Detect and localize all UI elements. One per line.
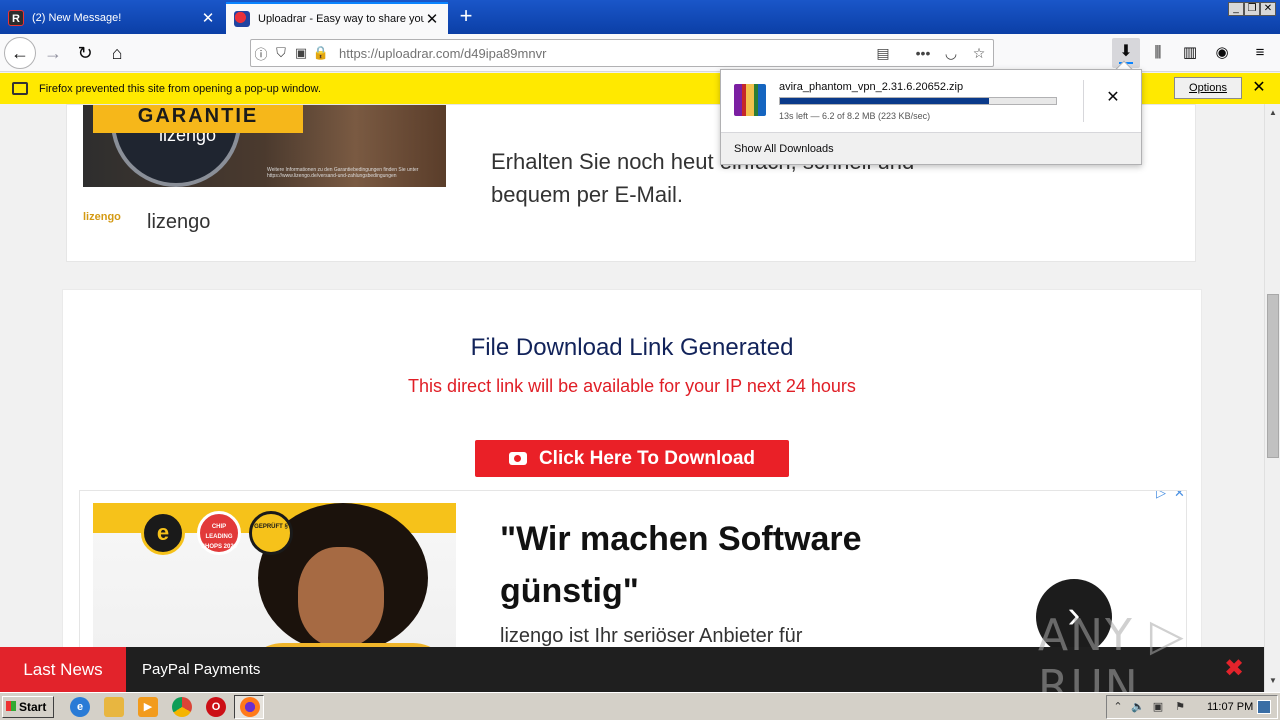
navigation-toolbar: ← → ↻ ⌂ ⓘ ⛉ ▣ 🔒 https://uploadrar.com/d4…	[0, 34, 1280, 72]
reload-icon: ↻	[77, 42, 93, 63]
account-icon[interactable]: ◉	[1212, 43, 1232, 63]
download-button[interactable]: Click Here To Download	[475, 440, 789, 477]
download-filename[interactable]: avira_phantom_vpn_2.31.6.20652.zip	[779, 81, 963, 93]
info-icon[interactable]: ⓘ	[251, 44, 271, 63]
ticker-label: Last News	[0, 647, 126, 692]
internet-explorer-icon[interactable]: e	[70, 697, 90, 717]
fineprint: Weitere Informationen zu den Garantiebed…	[267, 167, 419, 179]
arrow-right-icon: →	[44, 42, 62, 63]
tab-uploadrar[interactable]: Uploadrar - Easy way to share you ✕	[226, 2, 448, 34]
popup-message: Firefox prevented this site from opening…	[39, 82, 321, 95]
new-tab-button[interactable]: +	[454, 4, 478, 30]
page-content: lizengo GARANTIE Weitere Informationen z…	[0, 104, 1264, 647]
download-progress-fill	[780, 98, 989, 104]
popup-options-button[interactable]: Options	[1174, 77, 1242, 99]
scroll-up-icon[interactable]: ▲	[1267, 108, 1279, 120]
r-icon: R	[8, 10, 24, 26]
uploadrar-icon	[234, 11, 250, 27]
ad-image[interactable]: lizengo GARANTIE Weitere Informationen z…	[83, 105, 446, 187]
back-button[interactable]: ←	[4, 37, 36, 69]
url-text[interactable]: https://uploadrar.com/d49ipa89mnvr	[339, 46, 869, 61]
download-title: File Download Link Generated	[470, 334, 794, 361]
home-button[interactable]: ⌂	[102, 38, 132, 68]
tab-title: (2) New Message!	[32, 12, 122, 24]
download-button-label: Click Here To Download	[538, 447, 756, 469]
clock[interactable]: 11:07 PM	[1207, 701, 1253, 713]
chip-badge: CHIP LEADING SHOPS 2020	[197, 511, 241, 555]
cancel-download-icon[interactable]: ✕	[1103, 88, 1123, 108]
firefox-taskbar-button[interactable]	[234, 695, 264, 719]
firefox-icon	[240, 697, 260, 717]
tab-strip: R (2) New Message! ✕ Uploadrar - Easy wa…	[0, 0, 1280, 34]
download-progress-bar	[779, 97, 1057, 105]
tray-expand-icon[interactable]: ⌃	[1111, 700, 1125, 714]
lock-icon[interactable]: 🔒	[311, 45, 331, 61]
folder-icon[interactable]	[104, 697, 124, 717]
shield-icon[interactable]: ⛉	[271, 45, 291, 61]
ticker-item[interactable]: PayPal Payments	[142, 647, 260, 692]
reload-button[interactable]: ↻	[70, 38, 100, 68]
woman-face	[298, 547, 384, 647]
tab-title: Uploadrar - Easy way to share you	[258, 13, 424, 25]
bookmark-star-icon[interactable]: ☆	[965, 45, 993, 62]
ad-card-bottom[interactable]: ▷ ✕ e CHIP LEADING SHOPS 2020 GEPRÜFT § …	[79, 490, 1187, 647]
ad-close-icon[interactable]: ✕	[1174, 491, 1185, 501]
network-icon[interactable]: ▣	[1151, 700, 1165, 714]
arrow-left-icon: ←	[11, 42, 29, 63]
download-status: 13s left — 6.2 of 8.2 MB (223 KB/sec)	[779, 111, 931, 121]
home-icon: ⌂	[111, 42, 123, 63]
tab-close-icon[interactable]: ✕	[424, 10, 440, 28]
show-desktop-icon[interactable]	[1257, 700, 1271, 714]
ad-headline[interactable]: "Wir machen Software günstig"	[500, 513, 920, 617]
start-label: Start	[19, 700, 47, 714]
minimize-button[interactable]: _	[1228, 2, 1244, 16]
divider	[1083, 80, 1084, 122]
show-all-downloads-label: Show All Downloads	[734, 143, 834, 155]
url-bar[interactable]: ⓘ ⛉ ▣ 🔒 https://uploadrar.com/d49ipa89mn…	[250, 39, 994, 67]
garantie-badge: GARANTIE	[93, 105, 303, 133]
sidebar-icon[interactable]: ▥	[1180, 43, 1200, 63]
chrome-icon[interactable]	[172, 697, 192, 717]
menu-hamburger-icon[interactable]: ≡	[1250, 43, 1270, 63]
forward-button[interactable]: →	[38, 38, 68, 68]
close-icon[interactable]: ✕	[1250, 78, 1268, 98]
system-tray: ⌃ 🔈 ▣ ⚑ 11:07 PM	[1106, 695, 1278, 719]
restore-button[interactable]: ❐	[1244, 2, 1260, 16]
download-button-icon	[508, 452, 527, 465]
volume-icon[interactable]: 🔈	[1131, 700, 1145, 714]
adchoices-icon[interactable]: ▷	[1156, 491, 1166, 501]
start-button[interactable]: Start	[2, 696, 54, 718]
tab-close-icon[interactable]: ✕	[200, 9, 216, 27]
reader-view-icon[interactable]: ▤	[869, 45, 897, 62]
ad-brand-name[interactable]: lizengo	[147, 211, 210, 234]
pocket-icon[interactable]: ◡	[937, 45, 965, 62]
show-all-downloads-button[interactable]: Show All Downloads	[721, 132, 1141, 164]
media-player-icon[interactable]: ▶	[138, 697, 158, 717]
opera-icon[interactable]: O	[206, 697, 226, 717]
close-window-button[interactable]: ✕	[1260, 2, 1276, 16]
page-actions-icon[interactable]: •••	[909, 45, 937, 61]
scroll-thumb[interactable]	[1267, 294, 1279, 458]
trusted-shops-badge: e	[141, 511, 185, 555]
popup-blocked-icon[interactable]: ▣	[291, 45, 311, 61]
flag-icon[interactable]: ⚑	[1173, 700, 1187, 714]
download-arrow-icon: ⬇	[1119, 43, 1133, 60]
tab-new-message[interactable]: R (2) New Message! ✕	[0, 2, 224, 34]
lizengo-logo[interactable]: lizengo	[83, 211, 121, 223]
download-card: File Download Link Generated This direct…	[62, 289, 1202, 647]
downloads-panel: avira_phantom_vpn_2.31.6.20652.zip 13s l…	[720, 69, 1142, 165]
page-scrollbar[interactable]: ▲ ▼	[1264, 104, 1280, 692]
zip-file-icon	[734, 84, 766, 116]
popup-window-icon	[12, 82, 28, 95]
geprueft-badge: GEPRÜFT §	[249, 511, 293, 555]
library-icon[interactable]: ⫼	[1148, 43, 1168, 63]
ad-body: lizengo ist Ihr seriöser Anbieter für	[500, 625, 803, 647]
taskbar: Start e ▶ O ⌃ 🔈 ▣ ⚑ 11:07 PM	[0, 692, 1280, 720]
ad-image[interactable]: e CHIP LEADING SHOPS 2020 GEPRÜFT §	[93, 503, 456, 647]
download-subtitle: This direct link will be available for y…	[408, 376, 856, 396]
